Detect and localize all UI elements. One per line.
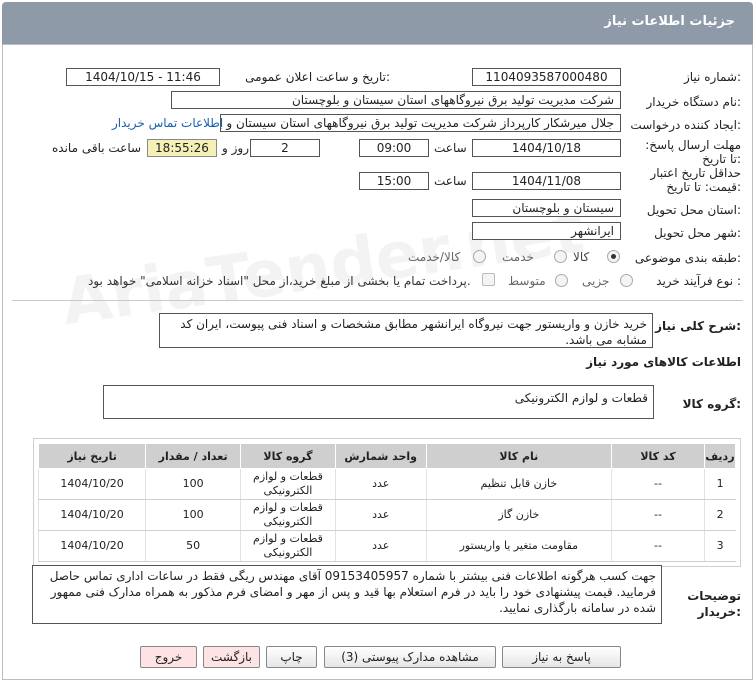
process-radio-medium[interactable] — [555, 274, 568, 287]
days-field: 2 — [250, 139, 320, 157]
validity-date-field: 1404/11/08 — [472, 172, 621, 190]
category-radio-service[interactable] — [554, 250, 567, 263]
buyer-contact-link[interactable]: اطلاعات تماس خریدار — [112, 116, 223, 130]
buyer-label: نام دستگاه خریدار: — [646, 95, 742, 109]
remaining-label: ساعت باقی مانده — [52, 141, 142, 155]
announce-field: 1404/10/15 - 11:46 — [66, 68, 220, 86]
category-radio-goods[interactable] — [607, 250, 620, 263]
creator-field: جلال میرشکار کارپرداز شرکت مدیریت تولید … — [220, 114, 621, 132]
cell-name: مقاومت متغیر یا واریستور — [425, 530, 612, 562]
validity-label: حداقل تاریخ اعتبار قیمت: تا تاریخ: — [650, 166, 741, 194]
deadline-time-label: ساعت — [434, 141, 467, 155]
table-header-row: ردیف کد کالا نام کالا واحد شمارش گروه کا… — [37, 443, 737, 469]
col-header-unit: واحد شمارش — [334, 443, 427, 469]
col-header-name: نام کالا — [425, 443, 613, 469]
process-label: نوع فرآیند خرید : — [656, 274, 741, 288]
validity-time-label: ساعت — [434, 174, 467, 188]
remaining-timer: 18:55:26 — [147, 139, 217, 157]
province-label: استان محل تحویل: — [646, 203, 741, 217]
col-header-row-number: ردیف — [703, 443, 737, 469]
deadline-time-field: 09:00 — [359, 139, 429, 157]
category-option-service: خدمت — [502, 250, 534, 264]
cell-date: 1404/10/20 — [37, 530, 146, 562]
need-number-field: 1104093587000480 — [472, 68, 621, 86]
cell-quantity: 50 — [145, 530, 241, 562]
cell-unit: عدد — [334, 530, 427, 562]
items-table-wrapper: ردیف کد کالا نام کالا واحد شمارش گروه کا… — [33, 438, 741, 567]
page-title: جزئیات اطلاعات نیاز — [604, 14, 735, 29]
cell-row-number: 1 — [703, 468, 736, 500]
table-row: 1 -- خازن قابل تنظیم عدد قطعات و لوازم ا… — [37, 468, 736, 500]
col-header-group: گروه کالا — [240, 443, 336, 469]
process-option-partial: جزیی — [582, 274, 610, 288]
buyer-notes-textbox: جهت کسب هرگونه اطلاعات فنی بیشتر با شمار… — [32, 565, 662, 624]
days-label: روز و — [222, 141, 249, 155]
category-option-goods: کالا — [573, 250, 590, 264]
col-header-quantity: تعداد / مقدار — [145, 443, 242, 469]
goods-group-label: گروه کالا: — [682, 397, 741, 411]
province-field: سیستان و بلوچستان — [472, 199, 621, 217]
cell-name: خازن گاز — [425, 499, 612, 531]
cell-unit: عدد — [334, 468, 427, 500]
cell-group: قطعات و لوازم الکترونیکی — [240, 530, 336, 562]
cell-quantity: 100 — [145, 499, 241, 531]
cell-code: -- — [611, 530, 705, 562]
cell-row-number: 2 — [703, 499, 736, 531]
print-button[interactable]: چاپ — [266, 646, 317, 668]
view-attachments-button[interactable]: مشاهده مدارک پیوستی (3) — [324, 646, 496, 668]
section-divider — [12, 300, 743, 301]
cell-name: خازن قابل تنظیم — [425, 468, 612, 500]
process-radio-partial[interactable] — [620, 274, 633, 287]
exit-button[interactable]: خروج — [140, 646, 197, 668]
category-radio-both[interactable] — [473, 250, 486, 263]
table-row: 3 -- مقاومت متغیر یا واریستور عدد قطعات … — [37, 530, 736, 562]
description-label: شرح کلی نیاز: — [655, 319, 741, 333]
cell-date: 1404/10/20 — [37, 499, 146, 531]
reply-button[interactable]: پاسخ به نیاز — [502, 646, 621, 668]
table-row: 2 -- خازن گاز عدد قطعات و لوازم الکترونی… — [37, 499, 736, 531]
category-label: طبقه بندی موضوعی: — [634, 251, 741, 265]
category-option-both: کالا/خدمت — [408, 250, 461, 264]
city-field: ایرانشهر — [472, 222, 621, 240]
col-header-date: تاریخ نیاز — [37, 443, 147, 469]
col-header-code: کد کالا — [611, 443, 705, 469]
cell-group: قطعات و لوازم الکترونیکی — [240, 499, 336, 531]
description-textbox: خرید خازن و واریستور جهت نیروگاه ایرانشه… — [159, 313, 653, 348]
goods-info-title: اطلاعات کالاهای مورد نیاز — [586, 355, 741, 369]
cell-code: -- — [611, 468, 705, 500]
buyer-notes-label: توضیحات خریدار: — [687, 589, 741, 619]
process-option-medium: متوسط — [508, 274, 546, 288]
goods-group-textbox: قطعات و لوازم الکترونیکی — [103, 385, 654, 419]
items-table: ردیف کد کالا نام کالا واحد شمارش گروه کا… — [37, 443, 737, 562]
creator-label: ایجاد کننده درخواست: — [630, 118, 741, 132]
treasury-checkbox[interactable] — [482, 273, 495, 286]
cell-row-number: 3 — [703, 530, 736, 562]
page-header: جزئیات اطلاعات نیاز — [2, 2, 753, 44]
cell-group: قطعات و لوازم الکترونیکی — [240, 468, 336, 500]
city-label: شهر محل تحویل: — [654, 226, 741, 240]
need-number-label: شماره نیاز: — [683, 70, 741, 84]
buyer-field: شرکت مدیریت تولید برق نیروگاههای استان س… — [171, 91, 621, 109]
cell-quantity: 100 — [145, 468, 241, 500]
deadline-label: مهلت ارسال پاسخ: تا تاریخ: — [645, 138, 741, 166]
back-button[interactable]: بازگشت — [203, 646, 260, 668]
payment-note: پرداخت تمام یا بخشی از مبلغ خرید،از محل … — [88, 274, 471, 288]
cell-code: -- — [611, 499, 705, 531]
deadline-date-field: 1404/10/18 — [472, 139, 621, 157]
cell-date: 1404/10/20 — [37, 468, 146, 500]
validity-time-field: 15:00 — [359, 172, 429, 190]
cell-unit: عدد — [334, 499, 427, 531]
announce-label: تاریخ و ساعت اعلان عمومی: — [245, 70, 390, 84]
